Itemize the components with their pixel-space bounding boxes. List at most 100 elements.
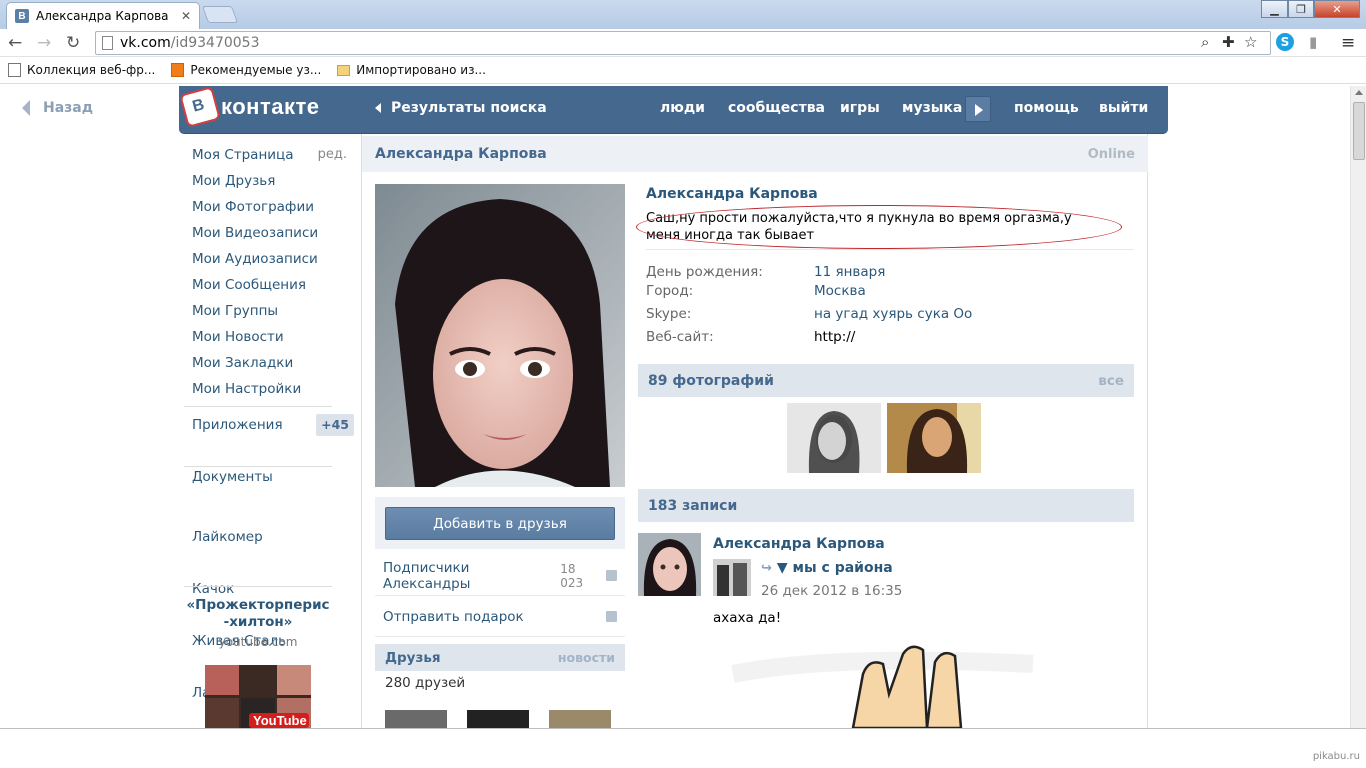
back-link[interactable]: Назад: [22, 100, 93, 116]
menu-my-messages[interactable]: Мои Сообщения: [192, 276, 362, 302]
website-value[interactable]: http://: [814, 329, 855, 345]
nav-games[interactable]: игры: [840, 100, 880, 116]
menu-divider: [184, 466, 332, 467]
menu-my-bookmarks[interactable]: Мои Закладки: [192, 354, 362, 380]
extension-puzzle-icon[interactable]: ✚: [1222, 33, 1235, 51]
city-value[interactable]: Москва: [814, 283, 866, 299]
post-image-clapping-hands[interactable]: [713, 634, 1053, 728]
nav-logout[interactable]: выйти: [1099, 100, 1148, 116]
bookmark-item[interactable]: Импортировано из...: [337, 63, 486, 77]
photo-thumbnail[interactable]: [787, 403, 881, 473]
send-gift-row[interactable]: Отправить подарок: [375, 597, 625, 637]
window-close-icon[interactable]: ✕: [1314, 0, 1360, 18]
nav-music[interactable]: музыка: [902, 100, 962, 116]
vk-logo[interactable]: В контакте: [181, 86, 320, 128]
info-label: День рождения:: [646, 264, 763, 280]
scroll-up-arrow-icon[interactable]: [1355, 90, 1363, 95]
profile-header-bar: Александра Карпова Online: [362, 136, 1148, 172]
friend-avatar[interactable]: [467, 710, 529, 728]
vk-logo-icon: В: [181, 88, 219, 126]
signal-bars-icon[interactable]: ▮: [1309, 33, 1317, 51]
post-author-avatar[interactable]: [638, 533, 701, 596]
apps-count-badge: +45: [316, 414, 354, 436]
new-tab-button[interactable]: [201, 6, 239, 23]
photos-section-header[interactable]: 89 фотографий все: [638, 364, 1134, 397]
edit-link[interactable]: ред.: [318, 146, 347, 164]
orange-bookmark-icon: [171, 63, 185, 77]
promo-title[interactable]: «Прожекторперис -хилтон»: [184, 597, 332, 631]
menu-my-page[interactable]: Моя Страница ред.: [192, 146, 362, 172]
menu-my-groups[interactable]: Мои Группы: [192, 302, 362, 328]
nav-communities[interactable]: сообщества: [728, 100, 825, 116]
status-highlight-ellipse: [636, 205, 1122, 249]
browser-tab-strip: В Александра Карпова ✕ ▁ ❐ ✕: [0, 0, 1366, 29]
promo-image[interactable]: YouTube: [205, 665, 311, 728]
browser-tab[interactable]: В Александра Карпова ✕: [6, 2, 200, 29]
zoom-icon[interactable]: ⌕: [1201, 33, 1209, 51]
vk-logo-word: контакте: [221, 94, 320, 119]
subscribers-count: 18 023: [560, 562, 617, 590]
reload-icon[interactable]: ↻: [66, 33, 80, 53]
birthday-value[interactable]: 11 января: [814, 264, 885, 280]
menu-documents[interactable]: Документы: [192, 468, 362, 494]
gift-icon: [606, 611, 617, 622]
vk-header: В контакте Результаты поиска люди сообще…: [179, 86, 1168, 134]
forward-arrow-icon[interactable]: →: [37, 33, 51, 53]
nav-more-arrow-icon[interactable]: [965, 96, 991, 122]
menu-my-audio[interactable]: Мои Аудиозаписи: [192, 250, 362, 276]
menu-my-news[interactable]: Мои Новости: [192, 328, 362, 354]
menu-divider: [184, 586, 332, 587]
online-status: Online: [1087, 146, 1135, 162]
friends-news-link[interactable]: новости: [558, 650, 615, 665]
bookmark-item[interactable]: Рекомендуемые уз...: [171, 63, 321, 77]
page-scrollbar[interactable]: [1350, 86, 1366, 728]
search-results-link[interactable]: Результаты поиска: [375, 100, 547, 116]
bottom-bar: pikabu.ru: [0, 728, 1366, 768]
menu-my-videos[interactable]: Мои Видеозаписи: [192, 224, 362, 250]
add-friend-button[interactable]: Добавить в друзья: [385, 507, 615, 540]
menu-my-friends[interactable]: Мои Друзья: [192, 172, 362, 198]
tab-title: Александра Карпова: [36, 9, 169, 23]
triangle-left-icon: [375, 103, 381, 113]
wrench-menu-icon[interactable]: ≡: [1341, 33, 1355, 53]
friend-avatar[interactable]: [549, 710, 611, 728]
maximize-icon[interactable]: ❐: [1288, 0, 1314, 18]
url-path: /id93470053: [170, 35, 260, 51]
photos-all-link[interactable]: все: [1098, 373, 1124, 389]
share-arrow-icon: ↪: [761, 560, 772, 576]
subscribers-row[interactable]: Подписчики Александры 18 023: [375, 556, 625, 596]
menu-apps[interactable]: Приложения +45: [192, 414, 362, 442]
menu-my-photos[interactable]: Мои Фотографии: [192, 198, 362, 224]
info-label: Город:: [646, 283, 694, 299]
skype-icon[interactable]: S: [1276, 33, 1294, 51]
bookmark-star-icon[interactable]: ☆: [1244, 33, 1257, 51]
info-label: Skype:: [646, 306, 692, 322]
friends-count: 280 друзей: [385, 675, 466, 691]
left-menu: Моя Страница ред. Мои Друзья Мои Фотограф…: [192, 146, 362, 406]
posts-section-header: 183 записи: [638, 489, 1134, 522]
address-bar[interactable]: vk.com/id93470053: [95, 31, 1271, 55]
post-date[interactable]: 26 дек 2012 в 16:35: [761, 583, 902, 599]
friends-section-header[interactable]: Друзья новости: [375, 644, 625, 671]
bookmark-item[interactable]: Коллекция веб-фр...: [8, 63, 155, 77]
page-icon: [8, 63, 21, 77]
scrollbar-thumb[interactable]: [1353, 102, 1365, 160]
profile-photo[interactable]: [375, 184, 625, 487]
friend-avatar[interactable]: [385, 710, 447, 728]
skype-value[interactable]: на угад хуярь сука Оо: [814, 306, 972, 322]
photo-thumbnail[interactable]: [887, 403, 981, 473]
tab-close-icon[interactable]: ✕: [181, 9, 191, 23]
bookmarks-bar: Коллекция веб-фр... Рекомендуемые уз... …: [0, 57, 1366, 84]
shared-from-link[interactable]: ↪ ▼ мы с района: [761, 560, 893, 576]
minimize-icon[interactable]: ▁: [1261, 0, 1288, 18]
shared-group-thumbnail[interactable]: [713, 559, 751, 596]
nav-people[interactable]: люди: [660, 100, 705, 116]
back-arrow-icon[interactable]: ←: [8, 33, 22, 53]
folder-icon: [337, 64, 351, 76]
nav-help[interactable]: помощь: [1014, 100, 1079, 116]
post-text: ахаха да!: [713, 610, 782, 626]
menu-my-settings[interactable]: Мои Настройки: [192, 380, 362, 406]
menu-divider: [184, 406, 332, 407]
post-author-name[interactable]: Александра Карпова: [713, 536, 885, 552]
browser-toolbar: ← → ↻ vk.com/id93470053 ⌕ ✚ ☆ S ▮ ≡: [0, 29, 1366, 57]
